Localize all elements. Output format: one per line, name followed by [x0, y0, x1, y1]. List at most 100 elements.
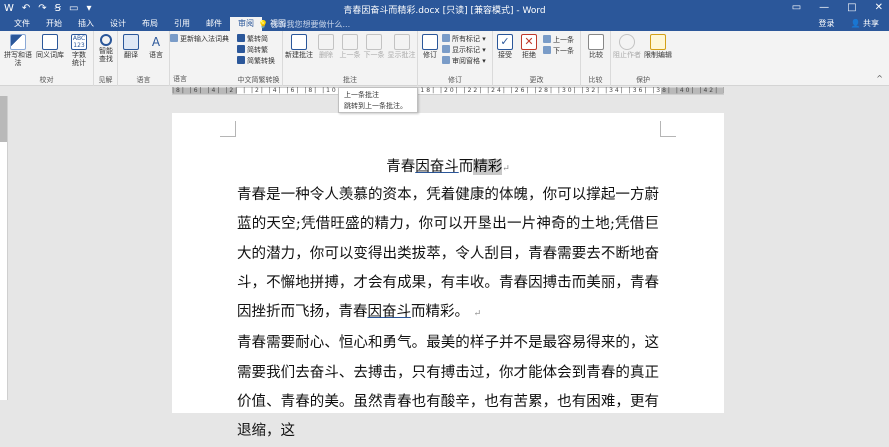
- maximize-button[interactable]: □: [847, 2, 856, 13]
- tab-mailings[interactable]: 邮件: [198, 17, 230, 31]
- title-part: 青春: [386, 159, 416, 175]
- chinese-convert-label: 简繁转换: [247, 57, 275, 65]
- next-change-label: 下一条: [553, 47, 574, 55]
- title-part: 而: [458, 159, 474, 175]
- document-body[interactable]: 青春因奋斗而精彩↵ 青春是一种令人羡慕的资本，凭着健康的体魄，你可以撑起一方蔚蓝…: [237, 153, 659, 447]
- tab-home[interactable]: 开始: [38, 17, 70, 31]
- translate-button[interactable]: 翻译: [120, 34, 142, 59]
- show-comments-icon: [393, 34, 410, 50]
- translate-icon: [123, 34, 139, 50]
- markup-dropdown[interactable]: 所有标记 ▾: [442, 34, 486, 44]
- show-markup-icon: [442, 45, 450, 53]
- thesaurus-label: 同义词库: [36, 51, 64, 59]
- tab-layout[interactable]: 布局: [134, 17, 166, 31]
- minimize-button[interactable]: —: [819, 2, 829, 13]
- delete-comment-button[interactable]: 删除: [316, 34, 336, 59]
- sign-in-link[interactable]: 登录: [818, 17, 834, 31]
- paragraph-mark-icon: ↵: [473, 309, 482, 320]
- person-icon: [619, 34, 635, 50]
- smart-lookup-button[interactable]: 智能查找: [96, 34, 116, 63]
- translate-label: 翻译: [124, 51, 138, 59]
- show-markup-button[interactable]: 显示标记 ▾: [442, 45, 486, 55]
- document-page[interactable]: 青春因奋斗而精彩↵ 青春是一种令人羡慕的资本，凭着健康的体魄，你可以撑起一方蔚蓝…: [172, 113, 724, 439]
- block-authors-label: 阻止作者: [613, 51, 641, 59]
- group-label-protect: 保护: [636, 76, 650, 84]
- new-comment-button[interactable]: 新建批注: [284, 34, 314, 59]
- paragraph-2: 青春需要耐心、恒心和勇气。最美的样子并不是最容易得来的，这需要我们去奋斗、去搏击…: [237, 335, 659, 440]
- collapse-ribbon-icon[interactable]: ^: [876, 74, 883, 83]
- group-insights: 智能查找 见解: [94, 31, 118, 86]
- thesaurus-icon: [42, 34, 58, 50]
- horizontal-ruler[interactable]: |8| |6| |4| |2| | |2| |4| |6| |8| |10| |…: [0, 86, 889, 96]
- group-protect: 阻止作者 限制编辑 保护: [611, 31, 675, 86]
- chinese-convert-button[interactable]: 简繁转换: [237, 56, 275, 66]
- document-title: 青春因奋斗而精彩↵: [237, 153, 659, 181]
- update-ime-label: 更新输入法词典: [180, 35, 229, 43]
- share-button[interactable]: 👤 共享: [850, 17, 879, 31]
- vruler-top-margin: [0, 96, 7, 142]
- previous-change-button[interactable]: 上一条: [543, 35, 574, 45]
- paragraph-mark-icon: ↵: [502, 164, 510, 174]
- markup-value: 所有标记: [452, 35, 480, 43]
- title-bar: W ↶ ↷ Ꞩ ▭ ▾ 青春因奋斗而精彩.docx [只读] [兼容模式] - …: [0, 0, 889, 17]
- previous-comment-label: 上一条: [339, 51, 361, 59]
- next-change-button[interactable]: 下一条: [543, 46, 574, 56]
- review-pane-label: 审阅窗格: [452, 57, 480, 65]
- tell-me-search[interactable]: 💡 告诉我您想要做什么...: [258, 19, 350, 30]
- vertical-ruler[interactable]: [0, 96, 8, 400]
- group-label-comments: 批注: [343, 76, 357, 84]
- tooltip-description: 跳转到上一条批注。: [344, 102, 407, 110]
- delete-comment-icon: [318, 34, 334, 50]
- convert-icon: [237, 45, 245, 53]
- lock-icon: [650, 34, 666, 50]
- block-authors-button[interactable]: 阻止作者: [613, 34, 641, 59]
- next-comment-icon: [366, 34, 382, 50]
- spelling-grammar-button[interactable]: 拼写和语法: [2, 34, 34, 67]
- new-comment-label: 新建批注: [285, 51, 313, 59]
- convert-icon: [237, 34, 245, 42]
- compare-label: 比较: [589, 51, 603, 59]
- ribbon-display-options-icon[interactable]: ▭: [792, 2, 801, 13]
- trad-to-simp-button[interactable]: 繁转简: [237, 34, 268, 44]
- reject-icon: ✕: [521, 34, 537, 50]
- compare-button[interactable]: 比较: [584, 34, 608, 59]
- search-icon: [100, 34, 112, 46]
- group-comments: 新建批注 删除 上一条 下一条 显示批注 批注: [283, 31, 418, 86]
- simp-to-trad-button[interactable]: 简转繁: [237, 45, 268, 55]
- track-changes-button[interactable]: 修订: [420, 34, 440, 59]
- group-label-chinese: 中文简繁转换: [237, 76, 280, 84]
- thesaurus-button[interactable]: 同义词库: [36, 34, 64, 59]
- language-button[interactable]: A 语言: [144, 34, 168, 59]
- tab-references[interactable]: 引用: [166, 17, 198, 31]
- update-ime-dictionary-button[interactable]: 更新输入法词典: [170, 34, 229, 44]
- markup-icon: [442, 34, 450, 42]
- accept-button[interactable]: ✓ 接受: [495, 34, 515, 59]
- group-label-language-2: 语言: [173, 75, 187, 83]
- close-button[interactable]: ✕: [875, 2, 883, 13]
- review-pane-button[interactable]: 审阅窗格 ▾: [442, 56, 486, 66]
- group-compare: 比较 比较: [581, 31, 611, 86]
- language-label: 语言: [149, 51, 163, 59]
- tab-design[interactable]: 设计: [102, 17, 134, 31]
- show-comments-button[interactable]: 显示批注: [386, 34, 417, 59]
- tooltip-title: 上一条批注: [344, 91, 379, 99]
- word-count-button[interactable]: ABC 123 字数统计: [66, 34, 92, 67]
- tab-insert[interactable]: 插入: [70, 17, 102, 31]
- ribbon-tabs: 文件 开始 插入 设计 布局 引用 邮件 审阅 视图 💡 告诉我您想要做什么..…: [0, 17, 889, 31]
- para1-end: 而精彩。: [411, 304, 469, 321]
- group-label-changes: 更改: [529, 76, 544, 84]
- restrict-editing-label: 限制编辑: [644, 51, 672, 59]
- spellcheck-icon: [10, 34, 26, 50]
- reject-button[interactable]: ✕ 拒绝: [519, 34, 539, 59]
- crop-mark-top-left: [220, 121, 236, 137]
- tab-file[interactable]: 文件: [6, 17, 38, 31]
- group-tracking: 修订 所有标记 ▾ 显示标记 ▾ 审阅窗格 ▾ 修订: [418, 31, 493, 86]
- para1-text: 青春是一种令人羡慕的资本，凭着健康的体魄，你可以撑起一方蔚蓝的天空;凭借旺盛的精…: [237, 187, 659, 321]
- spelling-label: 拼写和语法: [4, 51, 32, 67]
- ribbon-review: 拼写和语法 同义词库 ABC 123 字数统计 校对 智能查找 见解 翻译 A 语…: [0, 31, 889, 86]
- show-markup-label: 显示标记: [452, 46, 480, 54]
- previous-comment-button[interactable]: 上一条: [338, 34, 362, 59]
- next-comment-button[interactable]: 下一条: [363, 34, 385, 59]
- delete-comment-label: 删除: [319, 51, 333, 59]
- restrict-editing-button[interactable]: 限制编辑: [643, 34, 673, 59]
